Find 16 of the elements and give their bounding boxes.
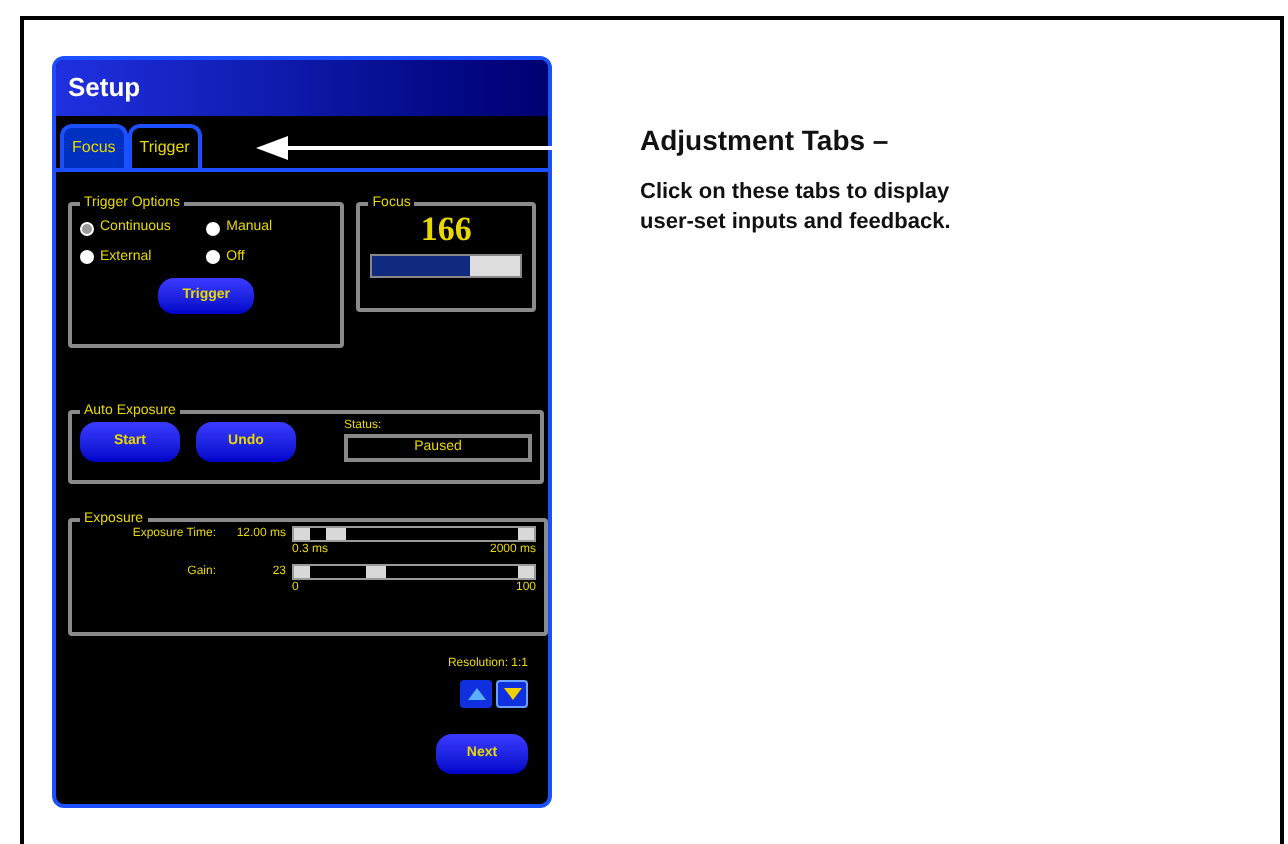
up-triangle-icon — [467, 688, 485, 700]
tab[interactable]: Focus — [60, 124, 128, 168]
focus-value: 166 — [418, 210, 474, 250]
annotation-text: Click on these tabs to display user-set inputs and feedback. — [640, 178, 951, 238]
radio-button[interactable] — [206, 250, 221, 265]
slider-thumb[interactable] — [366, 566, 387, 578]
down-arrow-button[interactable] — [496, 680, 528, 708]
radio-button[interactable] — [80, 250, 94, 265]
tab[interactable]: Trigger — [127, 124, 202, 168]
slider-thumb[interactable] — [325, 528, 346, 540]
radio-button[interactable] — [206, 221, 221, 236]
annotation-title: Adjustment Tabs – — [640, 122, 891, 160]
down-triangle-icon — [503, 688, 521, 700]
up-arrow-button[interactable] — [460, 680, 492, 708]
radio-button[interactable] — [80, 221, 94, 236]
window-title: Setup — [68, 70, 141, 107]
